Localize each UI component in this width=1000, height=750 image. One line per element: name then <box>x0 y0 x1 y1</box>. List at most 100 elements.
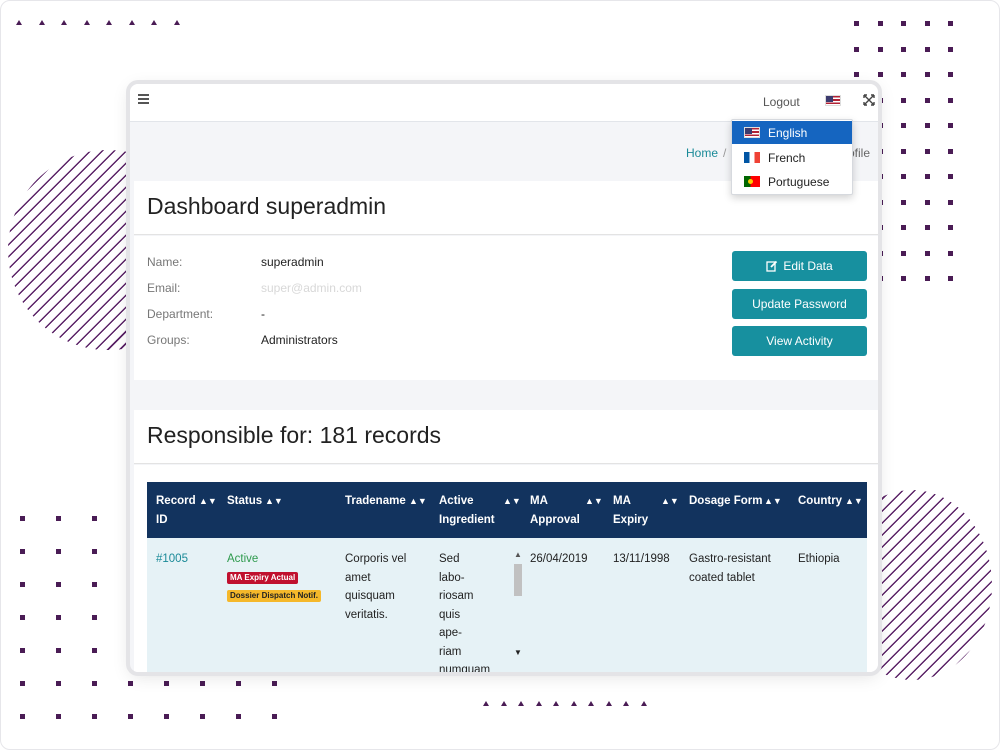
decorative-triangle <box>605 701 612 706</box>
column-header-dosage-form[interactable]: Dosage Form <box>689 492 763 511</box>
language-dropdown: English French Portuguese <box>731 119 853 195</box>
sort-icon[interactable]: ▲▼ <box>265 492 283 511</box>
edit-icon <box>766 260 778 272</box>
sort-icon[interactable]: ▲▼ <box>661 492 679 511</box>
column-header-status[interactable]: Status <box>227 492 262 511</box>
language-option-label: Portuguese <box>768 175 830 189</box>
us-flag-icon <box>744 127 760 138</box>
email-label: Email: <box>147 281 181 295</box>
decorative-dot <box>877 225 883 230</box>
language-option-english[interactable]: English <box>732 121 852 144</box>
cell-scrollbar[interactable]: ▲ ▼ <box>512 550 524 660</box>
top-navbar: Logout <box>130 84 878 122</box>
decorative-dot <box>901 250 906 256</box>
decorative-dot <box>20 516 25 521</box>
decorative-dot <box>877 199 883 205</box>
decorative-dot <box>948 174 953 179</box>
decorative-dot <box>901 174 906 179</box>
decorative-triangle <box>588 701 594 706</box>
email-value: super@admin.com <box>261 281 362 295</box>
decorative-dot <box>901 225 906 230</box>
sort-icon[interactable]: ▲▼ <box>503 492 521 511</box>
decorative-triangle <box>61 20 67 25</box>
record-id-link[interactable]: #1005 <box>156 550 188 569</box>
decorative-triangle <box>553 701 559 706</box>
ma-approval-cell: 26/04/2019 <box>530 553 588 565</box>
hamburger-icon[interactable] <box>138 94 149 104</box>
decorative-dot <box>20 615 25 620</box>
sort-icon[interactable]: ▲▼ <box>764 492 782 511</box>
decorative-dot <box>877 276 883 281</box>
decorative-dot <box>20 714 25 719</box>
decorative-dot <box>924 72 930 77</box>
logout-link[interactable]: Logout <box>763 95 800 109</box>
decorative-dot <box>877 250 883 256</box>
decorative-dot <box>924 199 930 205</box>
language-option-portuguese[interactable]: Portuguese <box>732 170 852 193</box>
decorative-dot <box>877 123 883 128</box>
decorative-dot <box>877 174 883 179</box>
column-header-active-ingredient[interactable]: Active Ingredient <box>439 492 499 530</box>
view-activity-button[interactable]: View Activity <box>732 326 867 356</box>
language-option-label: English <box>768 126 808 140</box>
decorative-dot <box>128 681 133 686</box>
edit-data-button[interactable]: Edit Data <box>732 251 867 281</box>
app-window: Logout Home / ofile Dashboard superadmin… <box>130 84 878 672</box>
decorative-dot <box>901 123 906 128</box>
decorative-dot <box>20 681 25 686</box>
decorative-dot <box>854 21 859 26</box>
decorative-dot <box>901 276 906 281</box>
decorative-dot <box>924 276 930 281</box>
decorative-dot <box>948 276 953 281</box>
decorative-dot <box>901 21 906 26</box>
groups-value: Administrators <box>261 333 338 347</box>
column-header-country[interactable]: Country <box>798 492 842 511</box>
update-password-button[interactable]: Update Password <box>732 289 867 319</box>
decorative-dot <box>948 225 953 230</box>
decorative-dot <box>901 72 906 77</box>
decorative-dot <box>924 174 930 179</box>
decorative-dot <box>56 582 61 587</box>
decorative-dot <box>901 97 906 103</box>
decorative-dot <box>236 681 241 686</box>
breadcrumb-separator: / <box>723 146 727 160</box>
decorative-dot <box>56 615 61 620</box>
column-header-tradename[interactable]: Tradename <box>345 492 406 511</box>
sort-icon[interactable]: ▲▼ <box>845 492 863 511</box>
language-option-french[interactable]: French <box>732 146 852 169</box>
decorative-triangle <box>128 20 135 25</box>
us-flag-icon[interactable] <box>825 95 841 106</box>
decorative-dot <box>92 549 97 554</box>
column-header-ma-expiry[interactable]: MA Expiry <box>613 492 653 530</box>
decorative-dot <box>948 72 953 77</box>
column-header-record-id[interactable]: Record ID <box>156 492 196 530</box>
sort-icon[interactable]: ▲▼ <box>409 492 427 511</box>
decorative-dot <box>92 582 97 587</box>
decorative-dot <box>924 97 930 103</box>
decorative-dot <box>92 516 97 521</box>
decorative-dot <box>200 681 205 686</box>
decorative-dot <box>20 648 25 653</box>
decorative-triangle <box>106 20 112 25</box>
decorative-dot <box>164 714 169 719</box>
decorative-triangle <box>483 701 489 706</box>
decorative-dot <box>901 46 906 52</box>
breadcrumb-home-link[interactable]: Home <box>686 146 718 160</box>
decorative-triangle <box>38 20 45 25</box>
table-header: Record ID ▲▼ Status ▲▼ Tradename ▲▼ Acti… <box>147 482 867 538</box>
country-cell: Ethiopia <box>798 553 840 565</box>
decorative-dot <box>56 516 61 521</box>
fullscreen-icon[interactable] <box>863 94 875 106</box>
decorative-dot <box>948 148 953 154</box>
decorative-dot <box>924 21 930 26</box>
decorative-triangle <box>623 701 629 706</box>
sort-icon[interactable]: ▲▼ <box>199 492 217 511</box>
department-value: - <box>261 307 265 321</box>
scroll-thumb[interactable] <box>514 564 522 596</box>
scroll-up-icon[interactable]: ▲ <box>514 550 522 559</box>
decorative-dot <box>877 46 883 52</box>
sort-icon[interactable]: ▲▼ <box>585 492 603 511</box>
column-header-ma-approval[interactable]: MA Approval <box>530 492 586 530</box>
scroll-down-icon[interactable]: ▼ <box>514 648 522 657</box>
decorative-dot <box>20 582 25 587</box>
